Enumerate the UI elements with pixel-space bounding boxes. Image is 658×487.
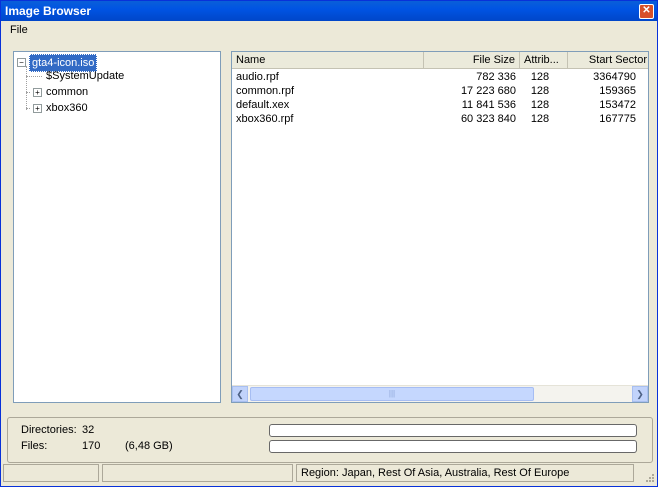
chevron-left-icon: ❮ [236,389,244,399]
tree-item-label[interactable]: xbox360 [46,100,88,116]
cell-sector: 167775 [599,113,636,125]
cell-attrib: 128 [530,99,550,111]
tree-item-label[interactable]: $SystemUpdate [46,70,124,82]
column-header-attrib[interactable]: Attrib... [520,52,568,68]
cell-attrib: 128 [530,85,550,97]
tree-line [26,66,27,110]
close-icon: ✕ [642,5,651,16]
tree-line [26,108,30,109]
cell-name: common.rpf [236,85,295,97]
menu-bar: File [1,21,657,40]
image-browser-window: Image Browser ✕ File − gta4-icon.iso $Sy… [0,0,658,487]
expand-icon[interactable]: + [33,104,42,113]
cell-name: audio.rpf [236,71,279,83]
tree-item-systemupdate[interactable]: $SystemUpdate [46,68,124,84]
resize-grip-icon[interactable] [645,473,655,483]
cell-name: xbox360.rpf [236,113,294,125]
collapse-icon[interactable]: − [17,58,26,67]
directory-tree[interactable]: − gta4-icon.iso $SystemUpdate + common +… [13,51,221,403]
scroll-left-button[interactable]: ❮ [232,386,248,402]
progress-bar-files [269,440,637,453]
cell-size: 11 841 536 [461,99,516,111]
info-panel: Directories: 32 Files: 170 (6,48 GB) [7,417,653,463]
scroll-thumb[interactable]: ||| [250,387,534,401]
horizontal-scrollbar[interactable]: ❮ ||| ❯ [232,385,648,402]
cell-attrib: 128 [530,71,550,83]
tree-line [26,76,42,77]
table-row[interactable]: xbox360.rpf 60 323 840 128 167775 [232,112,648,126]
cell-size: 60 323 840 [460,113,516,125]
column-header-name[interactable]: Name [232,52,424,68]
table-row[interactable]: default.xex 11 841 536 128 153472 [232,98,648,112]
close-button[interactable]: ✕ [639,4,654,19]
scroll-right-button[interactable]: ❯ [632,386,648,402]
status-bar: Region: Japan, Rest Of Asia, Australia, … [1,463,657,485]
progress-bar-directories [269,424,637,437]
window-title: Image Browser [5,4,92,18]
title-bar[interactable]: Image Browser ✕ [1,1,657,21]
cell-attrib: 128 [530,113,550,125]
column-header-file-size[interactable]: File Size [424,52,520,68]
list-header: Name File Size Attrib... Start Sector [232,52,648,69]
file-list[interactable]: Name File Size Attrib... Start Sector au… [231,51,649,403]
cell-sector: 153472 [599,99,636,111]
status-panel-1 [3,464,99,482]
column-header-start-sector[interactable]: Start Sector [568,52,648,68]
table-row[interactable]: audio.rpf 782 336 128 3364790 [232,70,648,84]
cell-sector: 3364790 [593,71,636,83]
table-row[interactable]: common.rpf 17 223 680 128 159365 [232,84,648,98]
cell-size: 782 336 [476,71,516,83]
files-value: 170 [82,440,101,452]
cell-sector: 159365 [599,85,636,97]
cell-name: default.xex [236,99,290,111]
menu-file[interactable]: File [10,24,28,36]
expand-icon[interactable]: + [33,88,42,97]
grip-icon: ||| [388,389,396,398]
directories-label: Directories: [21,424,77,436]
files-total-size: (6,48 GB) [125,440,173,452]
status-region: Region: Japan, Rest Of Asia, Australia, … [296,464,634,482]
cell-size: 17 223 680 [460,85,516,97]
directories-value: 32 [82,424,95,436]
chevron-right-icon: ❯ [636,389,644,399]
status-panel-2 [102,464,293,482]
files-label: Files: [21,440,48,452]
tree-item-label[interactable]: common [46,84,88,100]
tree-line [26,92,30,93]
